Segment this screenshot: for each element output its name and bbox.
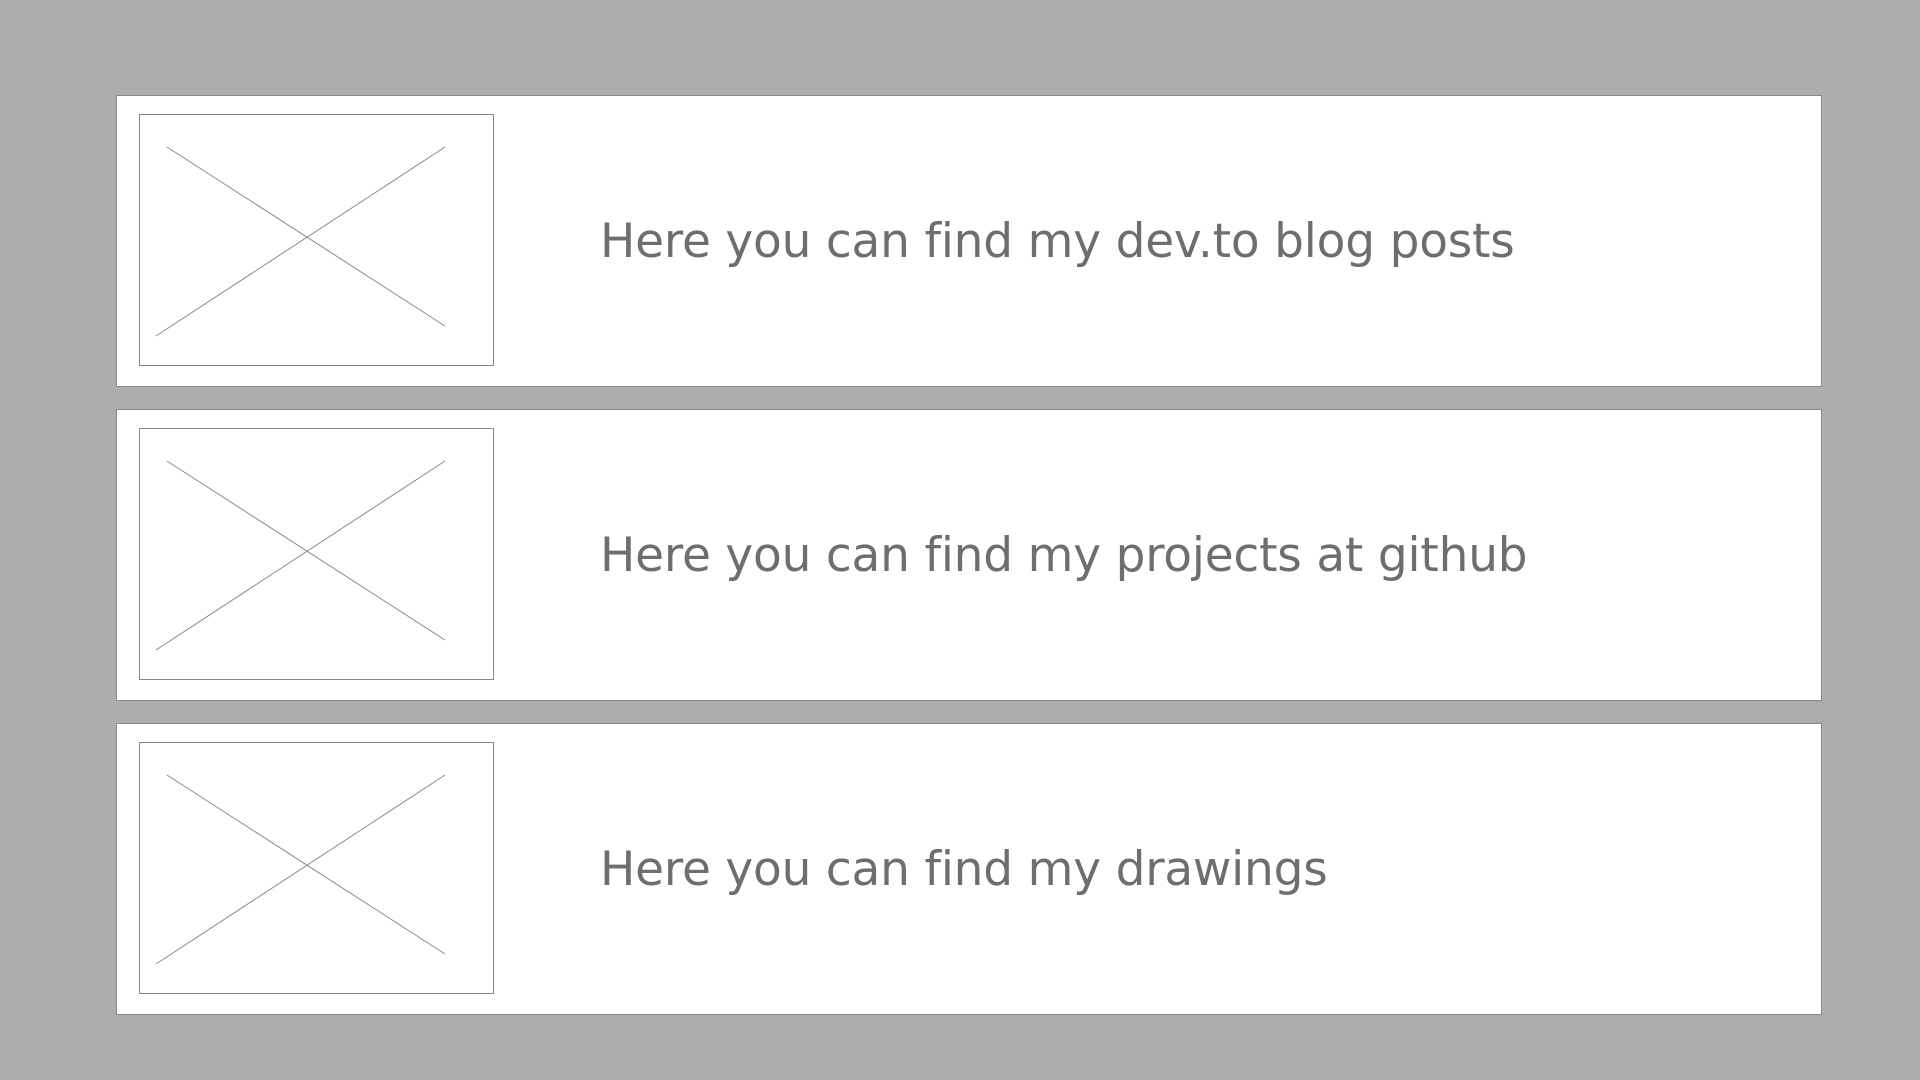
image-placeholder-icon — [139, 114, 494, 366]
card-label: Here you can find my dev.to blog posts — [600, 213, 1515, 269]
image-placeholder-icon — [139, 742, 494, 994]
card-github-projects[interactable]: Here you can find my projects at github — [116, 409, 1822, 701]
card-label: Here you can find my drawings — [600, 841, 1328, 897]
card-list: Here you can find my dev.to blog posts H… — [0, 0, 1920, 1080]
card-blog-posts[interactable]: Here you can find my dev.to blog posts — [116, 95, 1822, 387]
card-label: Here you can find my projects at github — [600, 527, 1528, 583]
card-drawings[interactable]: Here you can find my drawings — [116, 723, 1822, 1015]
image-placeholder-icon — [139, 428, 494, 680]
